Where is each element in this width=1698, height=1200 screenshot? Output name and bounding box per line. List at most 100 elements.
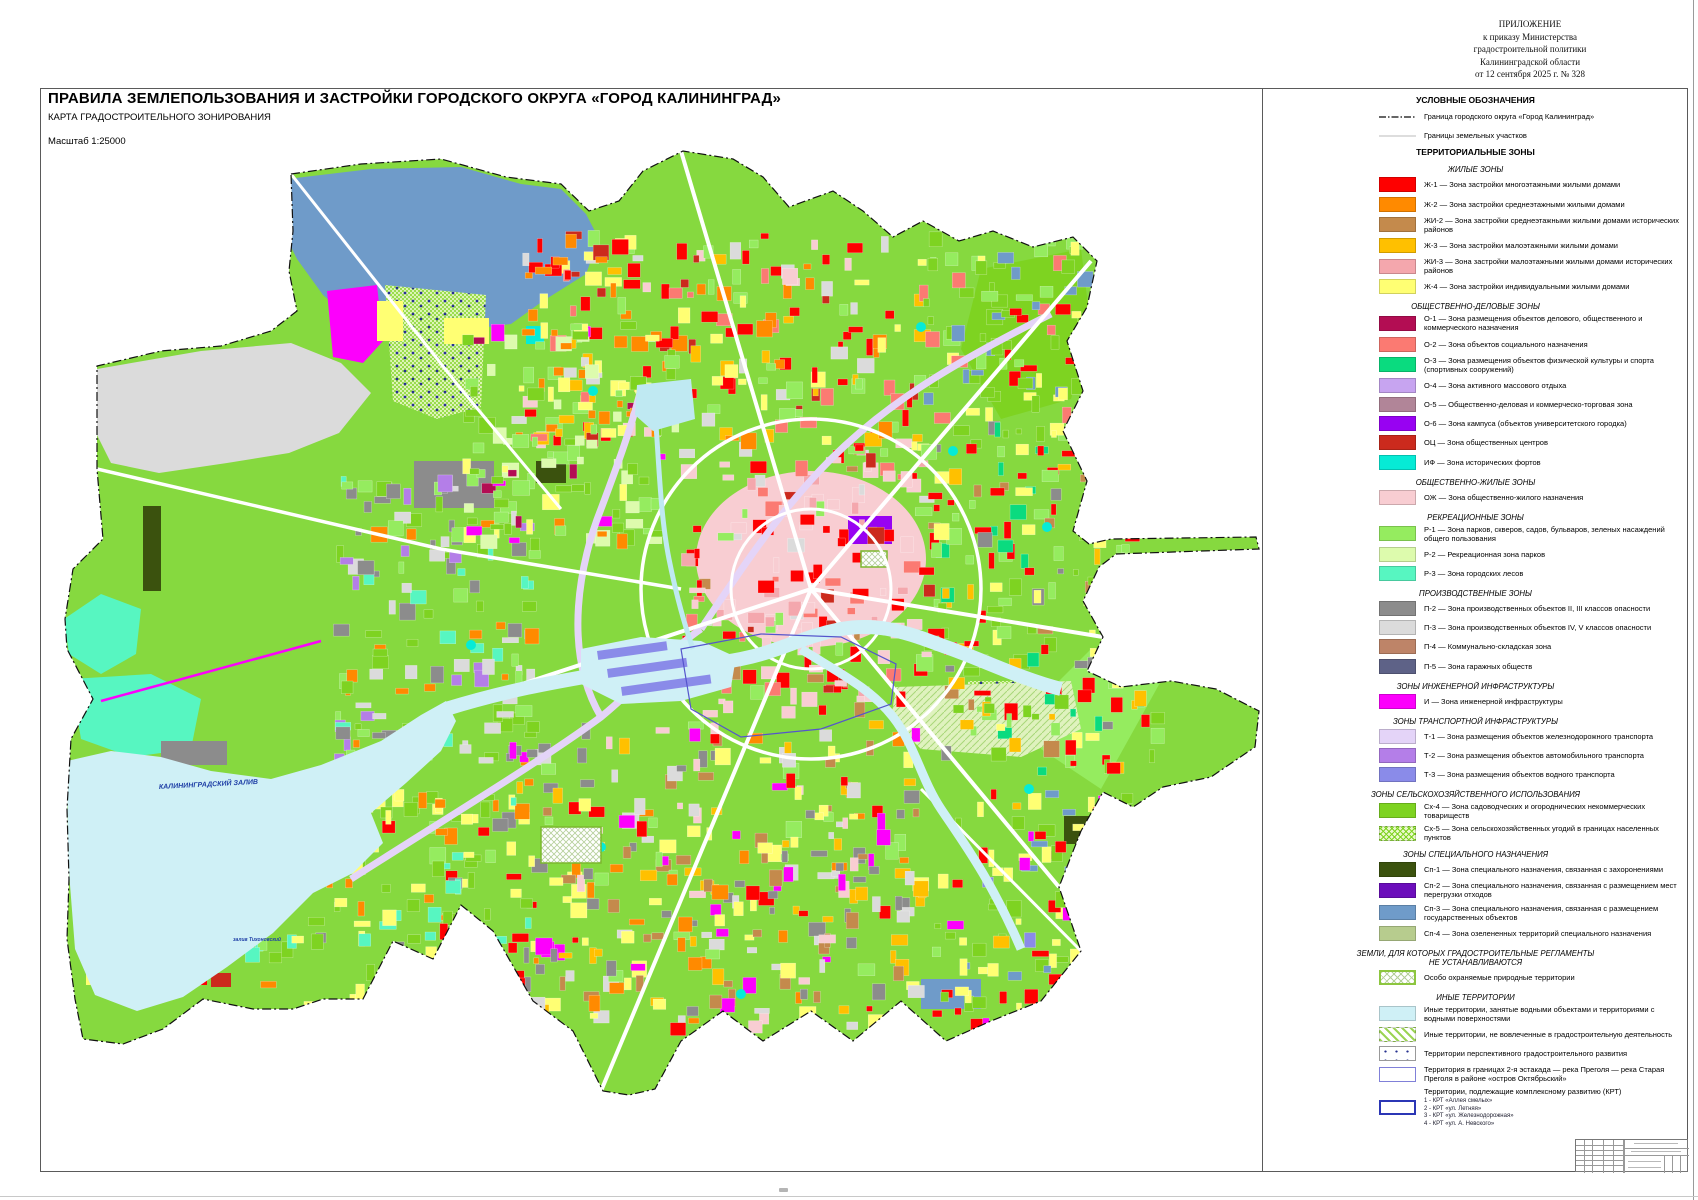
parcel bbox=[998, 462, 1003, 475]
parcel bbox=[1118, 302, 1130, 308]
parcel bbox=[734, 902, 744, 916]
parcel bbox=[624, 280, 641, 289]
parcel bbox=[1017, 315, 1029, 323]
parcel bbox=[690, 936, 696, 946]
stamp-line bbox=[1576, 1160, 1624, 1161]
parcel bbox=[1105, 287, 1117, 294]
parcel bbox=[693, 526, 701, 533]
parcel bbox=[852, 502, 859, 514]
stamp-line bbox=[1576, 1145, 1624, 1146]
parcel bbox=[512, 434, 528, 447]
territorial-zones-title: ТЕРРИТОРИАЛЬНЫЕ ЗОНЫ bbox=[1263, 147, 1688, 157]
parcel bbox=[755, 1008, 770, 1013]
parcel bbox=[579, 799, 591, 812]
parcel bbox=[563, 896, 572, 902]
parcel bbox=[843, 332, 851, 340]
parcel bbox=[528, 388, 544, 401]
parcel bbox=[853, 877, 866, 883]
parcel bbox=[732, 831, 740, 839]
parcel bbox=[786, 382, 802, 399]
parcel bbox=[843, 818, 848, 829]
parcel bbox=[494, 499, 509, 508]
parcel bbox=[1096, 345, 1108, 359]
parcel bbox=[1176, 891, 1189, 903]
parcel bbox=[1190, 823, 1202, 839]
parcel bbox=[932, 543, 942, 558]
parcel bbox=[1124, 639, 1138, 655]
parcel bbox=[1128, 490, 1143, 501]
parcel bbox=[418, 792, 426, 808]
parcel bbox=[462, 916, 474, 922]
legend-label-text: ОЦ — Зона общественных центров bbox=[1424, 438, 1548, 447]
parcel bbox=[1047, 325, 1055, 335]
parcel bbox=[653, 999, 666, 1009]
parcel bbox=[813, 389, 818, 396]
legend-label-text: П-4 — Коммунально-складская зона bbox=[1424, 642, 1551, 651]
parcel bbox=[1022, 525, 1035, 535]
parcel bbox=[900, 857, 909, 863]
parcel bbox=[819, 935, 836, 943]
small-bay-label: залив Тихоновский bbox=[233, 936, 281, 943]
legend-label-text: Ж-3 — Зона застройки малоэтажными жилыми… bbox=[1424, 241, 1618, 250]
parcel bbox=[913, 434, 923, 441]
parcel bbox=[511, 798, 516, 806]
legend-swatch-WTR bbox=[1379, 1006, 1416, 1021]
parcel bbox=[463, 459, 471, 474]
parcel bbox=[611, 283, 617, 297]
parcel bbox=[512, 654, 519, 666]
parcel bbox=[964, 668, 979, 676]
parcel bbox=[1156, 570, 1167, 577]
parcel bbox=[784, 867, 794, 882]
parcel bbox=[1111, 348, 1123, 357]
parcel bbox=[1000, 991, 1007, 1003]
legend-swatch-T2 bbox=[1379, 748, 1416, 763]
parcel bbox=[1062, 451, 1079, 457]
parcel bbox=[806, 810, 815, 818]
legend-label: Т-3 — Зона размещения объектов водного т… bbox=[1424, 770, 1682, 779]
legend-label: Территория в границах 2-я эстакада — рек… bbox=[1424, 1065, 1682, 1083]
parcel bbox=[1021, 554, 1028, 568]
parcel bbox=[577, 457, 583, 464]
parcel bbox=[987, 606, 1003, 613]
parcel bbox=[1053, 989, 1064, 1000]
parcel bbox=[968, 699, 974, 710]
parcel bbox=[702, 932, 712, 938]
parcel bbox=[424, 610, 433, 618]
parcel bbox=[998, 540, 1013, 552]
legend-swatch-R2 bbox=[1379, 547, 1416, 562]
parcel bbox=[1062, 407, 1071, 423]
parcel bbox=[721, 1020, 727, 1033]
parcel bbox=[1058, 388, 1067, 400]
parcel bbox=[1202, 908, 1209, 915]
legend-item-PRSP: Территории перспективного градостроитель… bbox=[1263, 1046, 1688, 1061]
parcel bbox=[730, 242, 741, 259]
parcel bbox=[486, 850, 496, 863]
parcel bbox=[989, 283, 994, 292]
parcel bbox=[507, 842, 516, 856]
legend-label-text: Р-3 — Зона городских лесов bbox=[1424, 569, 1523, 578]
parcel bbox=[440, 631, 456, 644]
parcel bbox=[799, 1006, 816, 1023]
parcel bbox=[639, 477, 649, 485]
parcel bbox=[1163, 556, 1170, 568]
parcel bbox=[512, 542, 526, 556]
legend-label-text: Т-2 — Зона размещения объектов автомобил… bbox=[1424, 751, 1644, 760]
legend-label: Сх-4 — Зона садоводческих и огородническ… bbox=[1424, 802, 1682, 820]
zone-if-fort bbox=[736, 989, 746, 999]
parcel bbox=[1016, 919, 1021, 925]
parcel bbox=[1082, 844, 1091, 858]
legend-swatch-T3 bbox=[1379, 767, 1416, 782]
parcel bbox=[629, 919, 644, 925]
legend-label: ЖИ-3 — Зона застройки малоэтажными жилым… bbox=[1424, 257, 1682, 275]
parcel bbox=[977, 802, 983, 817]
parcel bbox=[677, 243, 687, 259]
parcel bbox=[527, 749, 538, 757]
legend-swatch-O1 bbox=[1379, 316, 1416, 331]
parcel bbox=[689, 588, 705, 593]
parcel bbox=[506, 874, 521, 880]
legend-item-J3: Ж-3 — Зона застройки малоэтажными жилыми… bbox=[1263, 238, 1688, 253]
parcel bbox=[476, 601, 483, 612]
parcel bbox=[938, 874, 948, 888]
parcel bbox=[846, 912, 858, 928]
parcel bbox=[1209, 839, 1216, 851]
